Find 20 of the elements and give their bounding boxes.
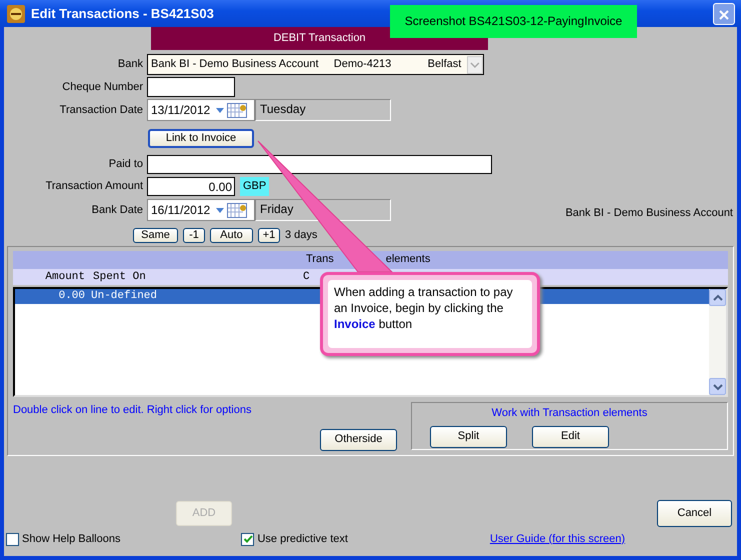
group-title: Work with Transaction elements: [490, 406, 648, 421]
screenshot-caption: Screenshot BS421S03-12-PayingInvoice: [390, 5, 637, 38]
window-title: Edit Transactions - BS421S03: [31, 4, 214, 23]
field-label: Bank Date: [90, 202, 144, 218]
weekday-text: Tuesday: [255, 99, 391, 121]
field-label: Transaction Amount: [44, 179, 144, 194]
header-text: Trans: [306, 252, 334, 267]
column-header: C: [303, 270, 311, 285]
help-tooltip: When adding a transaction to pay an Invoice, begin by clicking the Invoice button: [320, 272, 540, 356]
day-gap-text: 3 days: [285, 228, 318, 244]
header-text: elements: [386, 252, 430, 267]
field-label: Bank: [116, 57, 144, 72]
column-header: Amount: [44, 270, 85, 285]
hint-text: Double click on line to edit. Right click for options: [13, 403, 252, 418]
field-label: Transaction Date: [58, 102, 144, 118]
field-label: Paid to: [108, 157, 144, 172]
currency-label: GBP: [240, 177, 270, 196]
column-header: Spent On: [93, 270, 147, 285]
account-name-text: Bank BI - Demo Business Account: [565, 206, 733, 220]
field-label: Cheque Number: [61, 80, 144, 95]
